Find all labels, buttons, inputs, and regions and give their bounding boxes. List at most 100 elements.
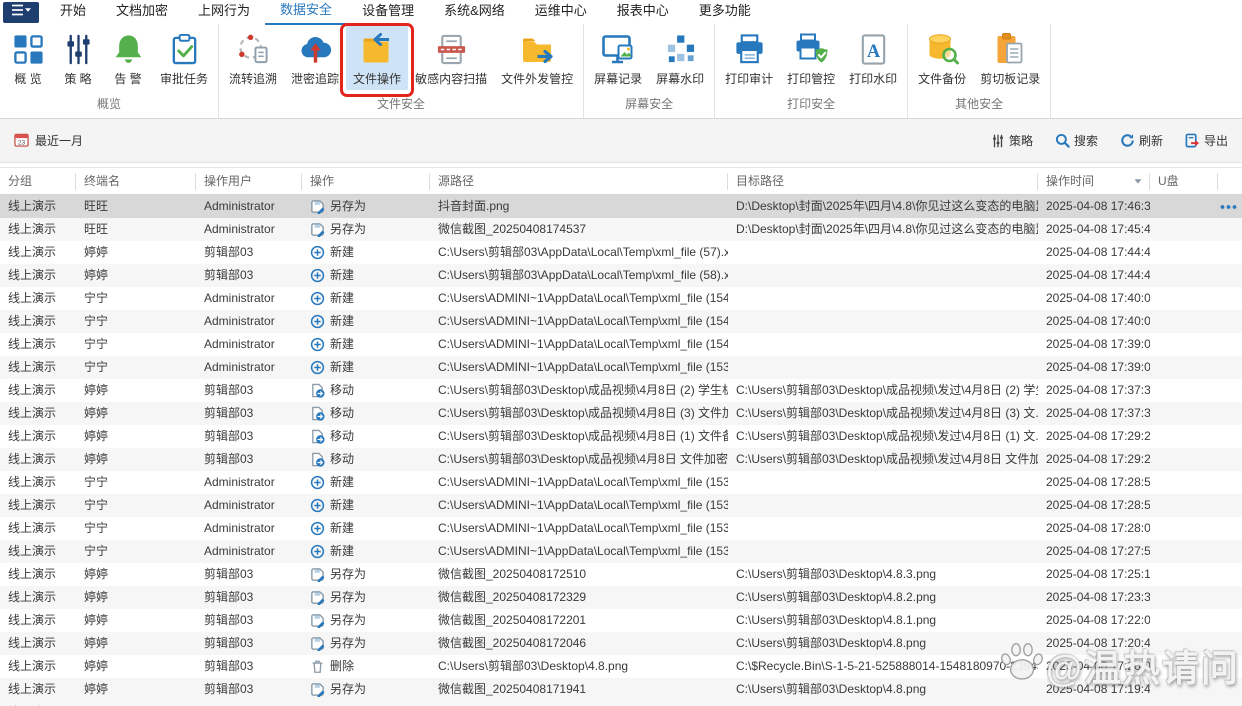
cell-operation: 另存为 [302,632,430,655]
cell-terminal: 宁宁 [84,544,109,558]
search-icon [1055,133,1070,148]
tool-trace-cycle[interactable]: 流转追溯 [222,26,284,90]
ribbon-tab-2[interactable]: 文档加密 [101,0,183,23]
cell-source-path: 微信截图_20250408172329 [438,590,587,604]
app-menu-button[interactable] [3,1,39,23]
table-row[interactable]: 线上演示 婷婷 剪辑部03 新建 C:\Users\剪辑部03\AppData\Loca… [0,241,1242,264]
column-header-1[interactable]: 分组 [0,172,76,190]
cell-source-path: 抖音封面.png [438,199,510,213]
doc-letter-a-icon: A [855,31,891,67]
cell-source-path: C:\Users\ADMINI~1\AppData\Local\Temp\xml… [438,337,728,351]
search-action-button[interactable]: 搜索 [1055,132,1098,149]
tool-folder-return[interactable]: 文件操作 [340,23,415,97]
table-row[interactable]: 线上演示 宁宁 Administrator 新建 C:\Users\ADMINI~1\A… [0,471,1242,494]
date-range-label: 最近一月 [35,134,84,148]
table-row[interactable]: 线上演示 婷婷 剪辑部03 另存为 微信截图_20250408172046 C:\User… [0,632,1242,655]
table-row[interactable]: 线上演示 婷婷 剪辑部03 移动 C:\Users\剪辑部03\Desktop\成品视频… [0,425,1242,448]
cell-time: 2025-04-08 17:20:06 [1046,659,1150,673]
table-row[interactable]: 线上演示 旺旺 Administrator 另存为 微信截图_2025040817453… [0,218,1242,241]
action-label: 刷新 [1138,134,1163,148]
ribbon-tab-6[interactable]: 系统&网络 [429,0,520,23]
tool-pixel-grid[interactable]: 屏幕水印 [649,26,711,90]
cell-target-path [728,264,1038,287]
tool-screen-record[interactable]: 屏幕记录 [587,26,649,90]
chevron-down-icon[interactable] [1133,176,1143,186]
cell-target-path: C:\Users\剪辑部03\Desktop\成品视频\发过\4月8日 (3) … [736,406,1038,420]
cell-terminal: 婷婷 [84,429,109,443]
cell-group: 线上演示 [8,498,57,512]
column-header-6[interactable]: 目标路径 [728,172,1038,190]
table-row[interactable]: 线上演示 婷婷 剪辑部03 另存为 微信截图_20250408171941 C:\User… [0,678,1242,701]
move-icon [310,452,325,467]
ribbon-tab-4[interactable]: 数据安全 [265,0,348,25]
column-header-2[interactable]: 终端名 [76,172,196,190]
column-header-label: 分组 [8,173,33,188]
table-row[interactable]: 线上演示 婷婷 剪辑部03 新建 C:\Users\剪辑部03\AppData\Loca… [0,264,1242,287]
table-row[interactable]: 线上演示 宁宁 Administrator 新建 C:\Users\ADMINI~1\A… [0,517,1242,540]
table-row[interactable]: 线上演示 婷婷 剪辑部03 删除 C:\Users\剪辑部03\Desktop\4.8.… [0,655,1242,678]
cell-user: Administrator [204,521,275,535]
column-header-7[interactable]: 操作时间 [1038,172,1150,190]
refresh-action-button[interactable]: 刷新 [1120,132,1163,149]
cell-user: 剪辑部03 [204,659,254,673]
column-header-5[interactable]: 源路径 [430,172,728,190]
table-row[interactable]: 线上演示 婷婷 剪辑部03 移动 C:\Users\剪辑部03\Desktop\成品视频… [0,448,1242,471]
table-row[interactable]: 线上演示 婷婷 剪辑部03 另存为 微信截图_20250408172329 C:\User… [0,586,1242,609]
cell-group: 线上演示 [8,314,57,328]
sliders-action-button[interactable]: 策略 [991,132,1033,149]
tool-cloud-leak[interactable]: 泄密追踪 [284,26,346,90]
cell-operation: 新建 [302,356,430,379]
cell-target-path [728,310,1038,333]
cell-operation: 新建 [302,287,430,310]
cell-operation: 移动 [302,402,430,425]
table-row[interactable]: 线上演示 旺旺 Administrator 另存为 抖音封面.png D:\Desktop… [0,195,1242,218]
cell-time: 2025-04-08 17:46:32 [1046,199,1150,213]
doc-scan-icon [433,31,469,67]
table-row[interactable]: 线上演示 宁宁 Administrator 新建 C:\Users\ADMINI~1\A… [0,310,1242,333]
operation-label: 新建 [330,337,355,351]
new-icon [310,314,325,329]
tool-doc-scan[interactable]: 敏感内容扫描 [408,26,494,90]
tool-bell[interactable]: 告 警 [103,26,153,90]
date-range-filter[interactable]: 23 最近一月 [14,132,83,150]
table-row[interactable]: 线上演示 婷婷 剪辑部03 移动 C:\Users\剪辑部03\Desktop\成品视频… [0,402,1242,425]
tool-sliders[interactable]: 策 略 [53,26,103,90]
table-row[interactable]: 线上演示 宁宁 Administrator 新建 C:\Users\ADMINI~1\A… [0,356,1242,379]
tool-clipboard-check[interactable]: 审批任务 [153,26,215,90]
operation-label: 新建 [330,475,355,489]
table-row[interactable]: 线上演示 宁宁 Administrator 新建 C:\Users\ADMINI~1\A… [0,540,1242,563]
table-row[interactable]: 线上演示 婷婷 剪辑部03 另存为 微信截图_20250408172201 C:\User… [0,609,1242,632]
tool-printer[interactable]: 打印审计 [718,26,780,90]
column-header-3[interactable]: 操作用户 [196,172,302,190]
tool-printer-shield[interactable]: 打印管控 [780,26,842,90]
table-row[interactable]: 线上演示 宁宁 Administrator 新建 C:\Users\ADMINI~1\A… [0,333,1242,356]
ribbon-tab-7[interactable]: 运维中心 [520,0,602,23]
cell-usb [1150,563,1218,586]
ribbon-tab-3[interactable]: 上网行为 [183,0,265,23]
column-header-8[interactable]: U盘 [1150,172,1218,190]
operation-label: 另存为 [330,567,367,581]
table-row[interactable]: 线上演示 婷婷 剪辑部03 移动 C:\Users\剪辑部03\Desktop\成品视频… [0,379,1242,402]
ribbon-tab-8[interactable]: 报表中心 [602,0,684,23]
row-actions-menu[interactable] [1220,195,1237,218]
new-icon [310,291,325,306]
cell-group: 线上演示 [8,291,57,305]
cell-usb [1150,655,1218,678]
table-row[interactable]: 线上演示 宁宁 Administrator 新建 C:\Users\ADMINI~1\A… [0,494,1242,517]
export-action-button[interactable]: 导出 [1185,132,1228,149]
tool-folder-out[interactable]: 文件外发管控 [494,26,580,90]
tool-database-search[interactable]: 文件备份 [911,26,973,90]
ribbon-tab-5[interactable]: 设备管理 [347,0,429,23]
tool-clipboard-doc[interactable]: 剪切板记录 [973,26,1047,90]
column-header-label: U盘 [1158,173,1179,188]
ribbon-tab-1[interactable]: 开始 [45,0,101,23]
ribbon-tab-9[interactable]: 更多功能 [684,0,766,23]
column-header-4[interactable]: 操作 [302,172,430,190]
table-row[interactable]: 线上演示 宁宁 Administrator 新建 C:\Users\ADMINI~1\A… [0,287,1242,310]
tool-doc-letter-a[interactable]: A 打印水印 [842,26,904,90]
cell-operation: 新建 [302,264,430,287]
tool-grid[interactable]: 概 览 [3,26,53,90]
cell-time: 2025-04-08 17:44:45 [1046,245,1150,259]
table-row[interactable]: 线上演示 婷婷 剪辑部03 另存为 微信截图_20250408172510 C:\User… [0,563,1242,586]
operation-label: 移动 [330,452,355,466]
